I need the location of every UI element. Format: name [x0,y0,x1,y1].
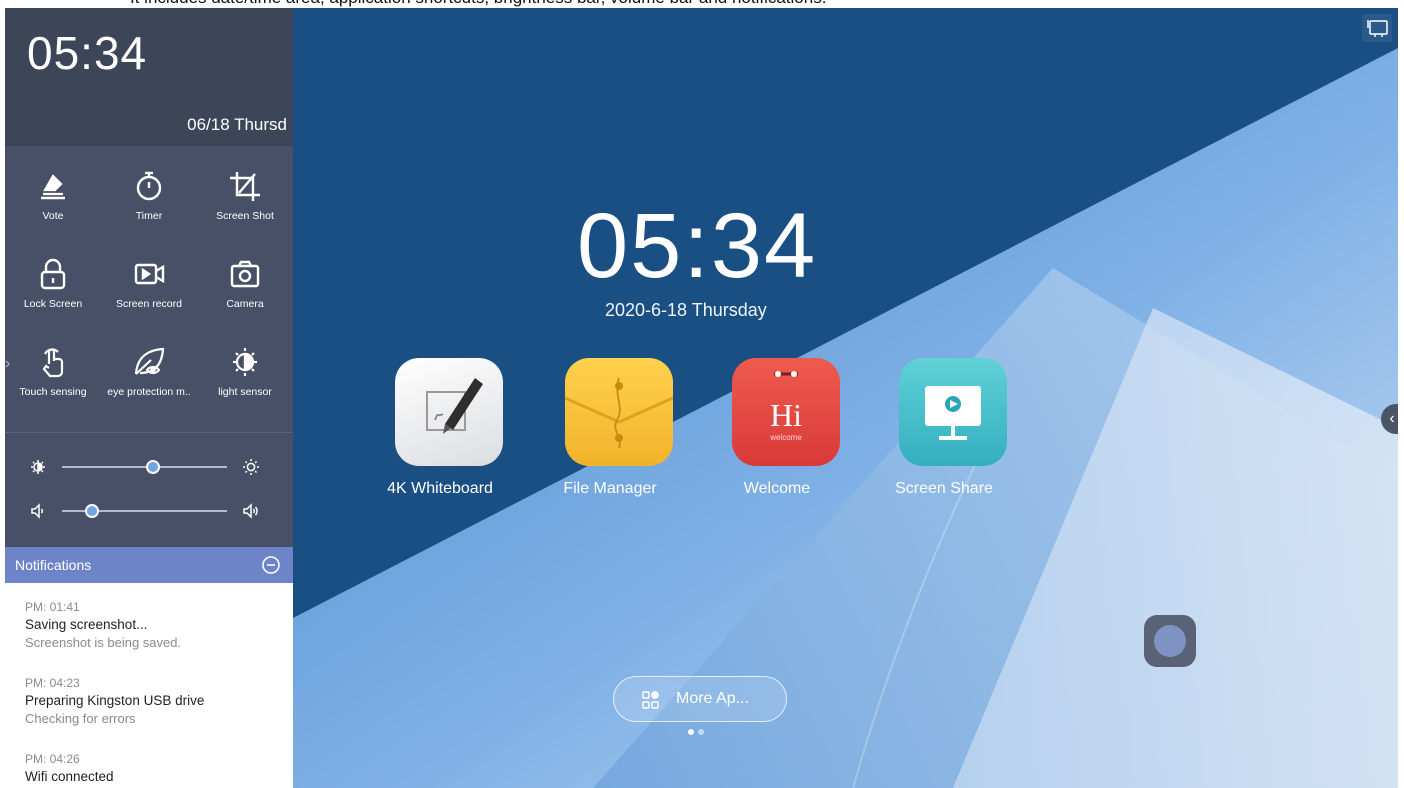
volume-thumb[interactable] [84,504,99,518]
shortcut-vote[interactable]: Vote [5,168,101,248]
welcome-hi-icon: Hi welcome [732,358,840,466]
video-record-icon [131,256,167,292]
floating-circle-icon [1154,625,1186,657]
app-welcome[interactable]: Hi welcome Welcome [722,358,842,508]
sidebar-collapse-arrow-icon[interactable]: › [5,355,19,385]
sidebar-time: 05:34 [27,27,148,79]
notification-title: Wifi connected [25,769,114,784]
more-apps-button[interactable]: More Ap... [613,676,787,722]
folder-envelope-icon [565,358,673,466]
brightness-high-icon [241,458,261,476]
page-indicator [688,729,712,737]
caption-text: It includes date/time area, application … [130,0,826,8]
notifications-title: Notifications [15,557,92,573]
notifications-header: Notifications [5,547,293,583]
notification-title: Saving screenshot... [25,617,148,632]
leaf-eye-icon [131,344,167,380]
notification-item[interactable]: PM: 01:41 Saving screenshot... Screensho… [25,599,285,652]
notification-detail: Screenshot is being saved. [25,635,182,650]
app-4k-whiteboard[interactable]: 4K Whiteboard [385,358,505,508]
welcome-tile-subtext: welcome [769,433,802,442]
shortcut-label: eye protection m.. [107,386,191,398]
shortcut-label: Lock Screen [23,298,83,310]
touch-hand-icon [35,344,71,380]
app-file-manager[interactable]: File Manager [555,358,675,508]
caption-text-clipped: It includes date/time area, application … [0,0,1404,8]
shortcut-light-sensor[interactable]: light sensor [197,344,293,424]
screen-share-icon [899,358,1007,466]
desktop-home: ‹ 05:34 2020-6-18 Thursday 4K Whiteboard [293,8,1398,788]
screen-cast-icon[interactable] [1362,14,1392,42]
screen: It includes date/time area, application … [0,0,1404,788]
datetime-area: 05:34 06/18 Thursd [5,8,293,146]
floating-menu-button[interactable] [1144,615,1196,667]
more-apps-label: More Ap... [676,690,749,707]
camera-icon [227,256,263,292]
notification-detail: Checking for errors [25,711,136,726]
desktop-date: 2020-6-18 Thursday [605,300,767,320]
apps-grid-icon [642,691,660,709]
shortcut-screen-record[interactable]: Screen record [101,256,197,336]
app-name: 4K Whiteboard [387,480,493,497]
notification-time: PM: 01:41 [25,600,80,614]
shortcut-lock-screen[interactable]: Lock Screen [5,256,101,336]
shortcut-timer[interactable]: Timer [101,168,197,248]
app-name: Welcome [743,480,811,497]
whiteboard-pen-icon [395,358,503,466]
notification-item[interactable]: PM: 04:26 Wifi connected [25,751,285,786]
shortcut-label: Screen record [116,298,182,310]
control-sidebar: 05:34 06/18 Thursd Vote Timer Screen Sho… [5,8,293,788]
notification-time: PM: 04:26 [25,752,80,766]
app-name: Screen Share [895,480,993,497]
page-dot[interactable] [698,729,704,735]
sidebar-date: 06/18 Thursd [187,115,287,134]
stopwatch-icon [131,168,167,204]
volume-low-icon [29,502,47,520]
shortcut-screen-shot[interactable]: Screen Shot [197,168,293,248]
shortcut-label: Touch sensing [19,386,87,398]
app-name: File Manager [563,480,657,497]
shortcut-label: Vote [42,210,64,222]
shortcut-label: Timer [135,210,163,222]
notification-time: PM: 04:23 [25,676,80,690]
crop-icon [227,168,263,204]
page-dot[interactable] [688,729,694,735]
notifications-list: PM: 01:41 Saving screenshot... Screensho… [5,583,293,788]
shortcut-label: light sensor [218,386,272,398]
shortcut-label: Screen Shot [216,210,274,222]
desktop-time: 05:34 [577,195,818,297]
sidebar-divider [5,432,293,433]
volume-high-icon [241,502,261,520]
notification-title: Preparing Kingston USB drive [25,693,205,708]
brightness-low-icon [29,458,47,476]
shortcut-camera[interactable]: Camera [197,256,293,336]
shortcut-eye-protection[interactable]: eye protection m.. [101,344,197,424]
collapse-minus-icon[interactable] [261,555,281,575]
lock-icon [35,256,71,292]
shortcut-label: Camera [226,298,264,310]
vote-icon [35,168,71,204]
app-screen-share[interactable]: Screen Share [889,358,1009,508]
brightness-thumb[interactable] [145,460,160,474]
light-sensor-icon [227,344,263,380]
shortcut-touch-sensing[interactable]: Touch sensing [5,344,101,424]
brightness-slider[interactable] [5,452,293,482]
notification-item[interactable]: PM: 04:23 Preparing Kingston USB drive C… [25,675,285,728]
brightness-track[interactable] [62,466,227,468]
volume-slider[interactable] [5,496,293,526]
hi-tile-text: Hi [770,397,802,433]
